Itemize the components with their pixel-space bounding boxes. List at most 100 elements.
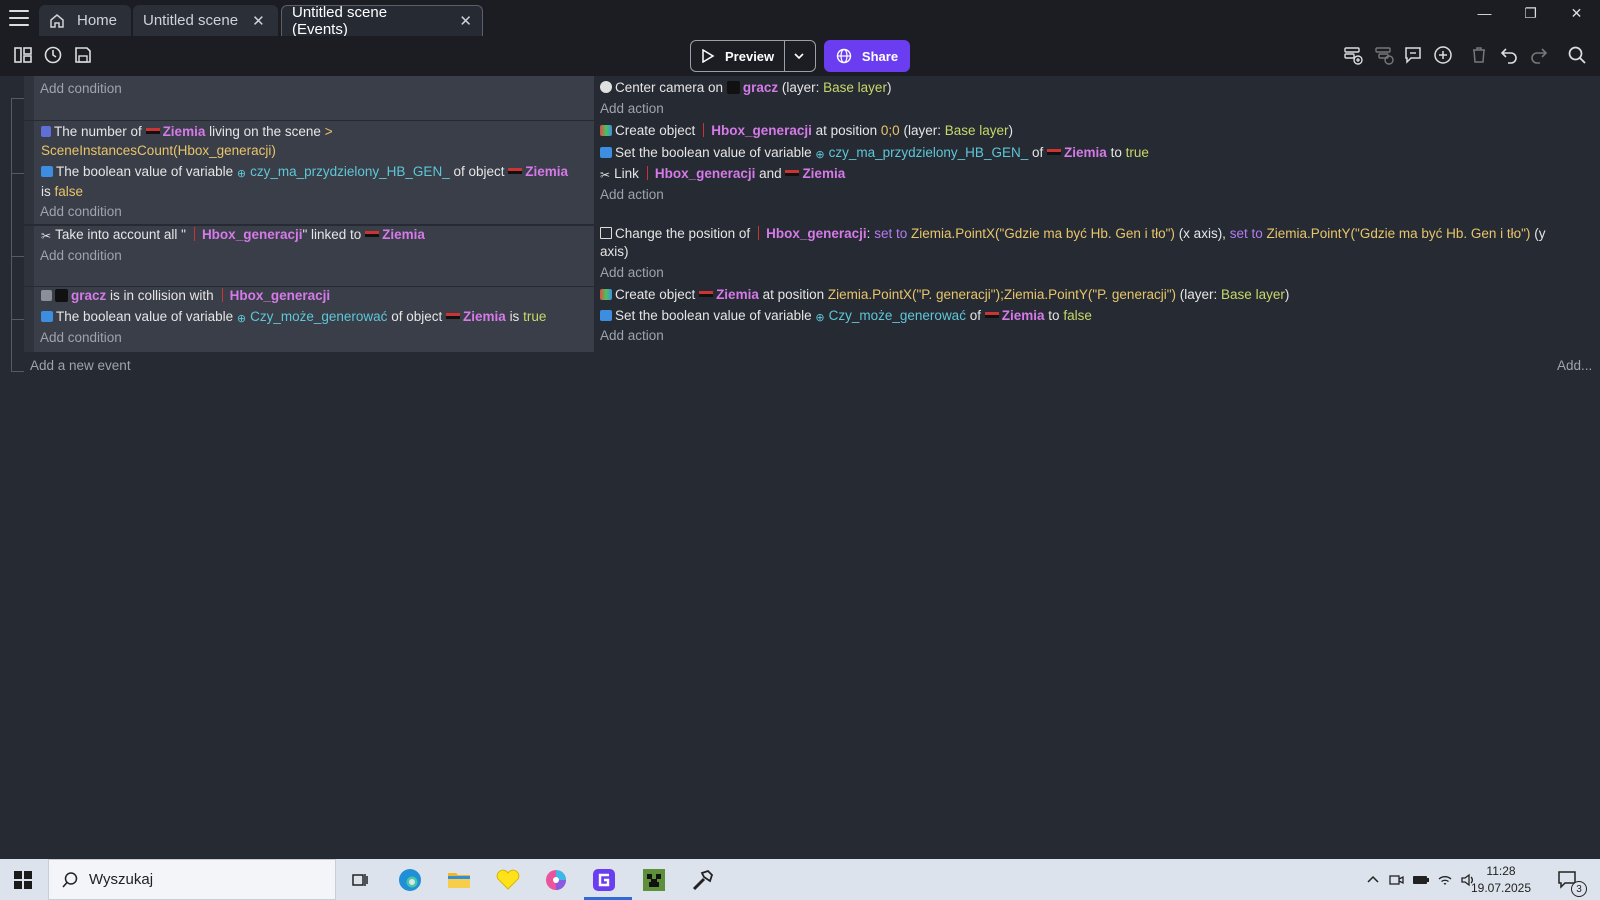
tools-app-icon[interactable]: [683, 864, 723, 896]
taskbar: Wyszukaj 11:28 19.07.2025 3: [0, 859, 1600, 900]
add-condition-link[interactable]: Add condition: [40, 248, 122, 263]
add-new-event-link[interactable]: Add a new event: [30, 358, 131, 373]
tab-untitled-scene[interactable]: Untitled scene ✕: [133, 5, 278, 36]
create-object-icon: [600, 289, 612, 300]
gdevelop-app-icon[interactable]: [584, 864, 632, 900]
add-condition-link[interactable]: Add condition: [40, 81, 122, 96]
variable-icon: [41, 311, 53, 322]
variable-scope-icon: ⊕: [815, 149, 825, 161]
condition-expression: SceneInstancesCount(Hbox_generacji): [41, 143, 276, 158]
toolbar: Preview Share: [0, 36, 1600, 76]
position-icon: [600, 227, 612, 239]
taskbar-search-input[interactable]: Wyszukaj: [48, 859, 336, 900]
object-thumbnail-icon: [785, 170, 800, 176]
system-clock[interactable]: 11:28 19.07.2025: [1466, 863, 1536, 897]
minimize-button[interactable]: —: [1462, 2, 1507, 24]
globe-icon: [836, 48, 852, 64]
add-event-icon[interactable]: [1342, 44, 1364, 66]
tray-chevron-icon[interactable]: [1366, 859, 1380, 900]
battery-icon[interactable]: [1412, 859, 1430, 900]
tree-guide: [11, 98, 24, 99]
menu-icon[interactable]: [8, 8, 30, 28]
close-window-button[interactable]: ✕: [1554, 2, 1599, 24]
add-action-link[interactable]: Add action: [600, 328, 664, 343]
search-icon[interactable]: [1566, 44, 1588, 66]
tree-guide: [11, 319, 24, 320]
tree-guide: [11, 371, 24, 372]
wifi-icon[interactable]: [1437, 859, 1453, 900]
title-bar: Home Untitled scene ✕ Untitled scene (Ev…: [0, 0, 1600, 38]
action-change-position[interactable]: Change the position of Hbox_generacji: se…: [600, 226, 1545, 241]
add-condition-link[interactable]: Add condition: [40, 204, 122, 219]
collision-icon: [41, 290, 52, 301]
add-subevent-icon[interactable]: [1373, 44, 1395, 66]
add-more-link[interactable]: Add...: [1557, 358, 1592, 373]
clock-time: 11:28: [1486, 864, 1516, 878]
notification-count-badge: 3: [1571, 881, 1587, 897]
object-thumbnail-icon: [699, 291, 714, 297]
heart-app-icon[interactable]: [488, 864, 528, 896]
tab-home[interactable]: Home: [39, 5, 131, 36]
meet-icon[interactable]: [1388, 859, 1404, 900]
share-label: Share: [861, 48, 899, 64]
condition-collision[interactable]: gracz is in collision with Hbox_generacji: [41, 288, 330, 303]
close-icon[interactable]: ✕: [459, 12, 472, 30]
variable-scope-icon: ⊕: [815, 312, 825, 324]
add-icon[interactable]: [1432, 44, 1454, 66]
windows-start-icon[interactable]: [14, 871, 32, 889]
action-create-object[interactable]: Create object Hbox_generacji at position …: [600, 123, 1013, 138]
action-create-object[interactable]: Create object Ziemia at position Ziemia.…: [600, 287, 1289, 302]
condition-take-into-account[interactable]: ✂ Take into account all " Hbox_generacji" …: [41, 227, 425, 243]
tree-guide: [11, 173, 24, 174]
add-action-link[interactable]: Add action: [600, 265, 664, 280]
object-thumbnail-icon: [984, 312, 999, 318]
tree-guide: [11, 98, 12, 371]
restore-button[interactable]: ❐: [1508, 2, 1553, 24]
condition-boolean-variable[interactable]: The boolean value of variable ⊕ Czy_może_…: [41, 309, 546, 325]
redo-icon[interactable]: [1528, 44, 1550, 66]
variable-icon: [600, 310, 612, 321]
add-condition-link[interactable]: Add condition: [40, 330, 122, 345]
search-placeholder: Wyszukaj: [89, 871, 154, 888]
object-thumbnail-icon: [55, 289, 68, 302]
condition-boolean-variable[interactable]: The boolean value of variable ⊕ czy_ma_pr…: [41, 164, 568, 180]
history-icon[interactable]: [42, 44, 64, 66]
action-set-boolean[interactable]: Set the boolean value of variable ⊕ czy_m…: [600, 145, 1149, 161]
chevron-down-icon[interactable]: [785, 41, 813, 71]
undo-icon[interactable]: [1498, 44, 1520, 66]
add-action-link[interactable]: Add action: [600, 187, 664, 202]
variable-icon: [600, 147, 612, 158]
share-button[interactable]: Share: [824, 40, 910, 72]
tree-guide: [11, 256, 24, 257]
condition-instance-count[interactable]: The number of Ziemia living on the scene…: [41, 124, 333, 139]
camera-icon: [600, 81, 612, 93]
save-icon[interactable]: [72, 44, 94, 66]
link-icon: ✂: [600, 168, 611, 182]
object-thumbnail-icon: [145, 128, 160, 134]
preview-button[interactable]: Preview: [691, 41, 786, 71]
tab-label: Untitled scene (Events): [292, 4, 388, 38]
notifications-icon[interactable]: 3: [1557, 859, 1587, 900]
action-center-camera[interactable]: Center camera on gracz (layer: Base laye…: [600, 80, 891, 95]
paint-app-icon[interactable]: [536, 864, 576, 896]
add-comment-icon[interactable]: [1402, 44, 1424, 66]
trash-icon[interactable]: [1468, 44, 1490, 66]
action-change-position-wrap: axis): [600, 244, 629, 259]
tab-untitled-scene-events[interactable]: Untitled scene (Events) ✕: [281, 4, 483, 38]
file-explorer-icon[interactable]: [439, 864, 479, 896]
task-view-icon[interactable]: [340, 864, 380, 896]
panels-icon[interactable]: [12, 44, 34, 66]
tab-label: Untitled scene: [143, 12, 239, 29]
tab-label: Home: [77, 12, 118, 29]
home-icon: [50, 13, 64, 28]
create-object-icon: [600, 125, 612, 136]
clock-date: 19.07.2025: [1470, 881, 1532, 895]
action-set-boolean[interactable]: Set the boolean value of variable ⊕ Czy_m…: [600, 308, 1092, 324]
close-icon[interactable]: ✕: [252, 12, 265, 30]
add-action-link[interactable]: Add action: [600, 101, 664, 116]
object-thumbnail-icon: [365, 231, 380, 237]
event-sheet: Add condition Center camera on gracz (la…: [0, 76, 1600, 859]
minecraft-app-icon[interactable]: [634, 864, 674, 896]
edge-browser-icon[interactable]: [390, 864, 430, 896]
action-link-objects[interactable]: ✂ Link Hbox_generacji and Ziemia: [600, 166, 845, 182]
